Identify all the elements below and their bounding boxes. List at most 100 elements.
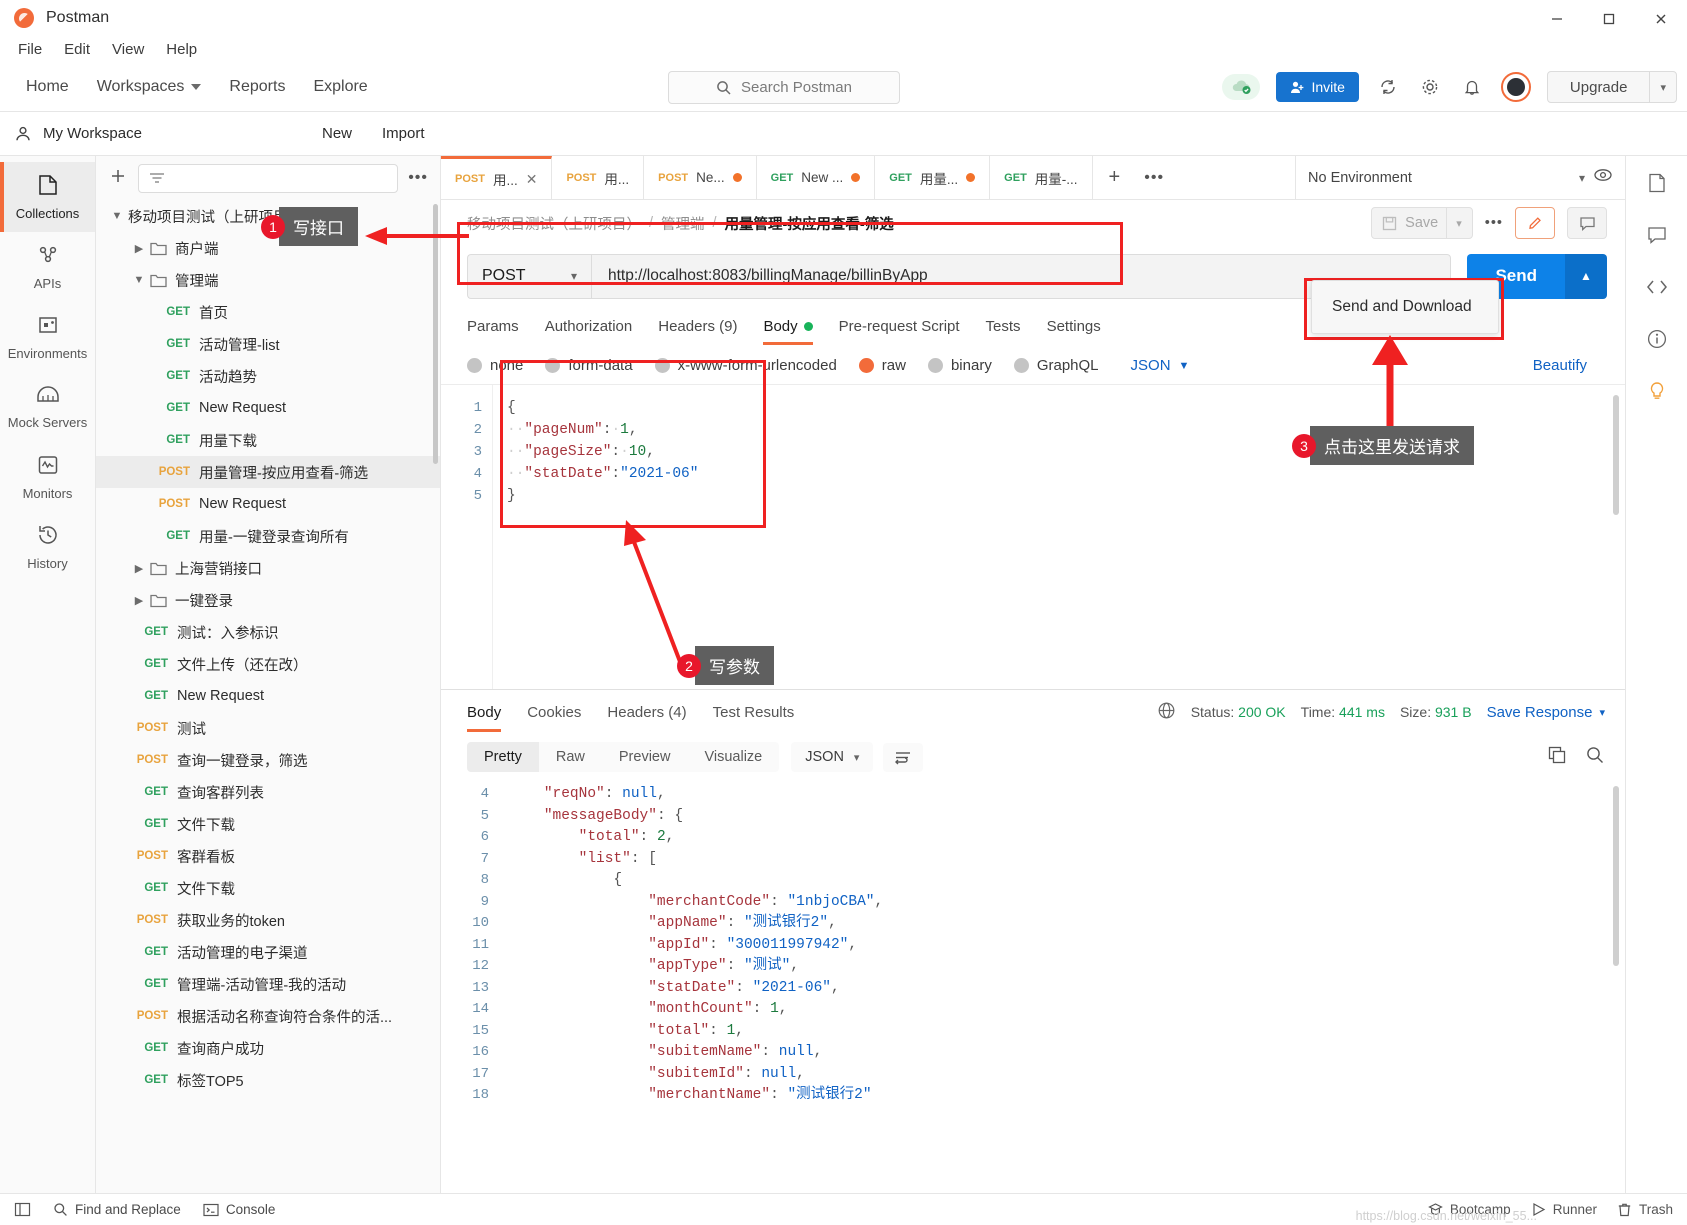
eye-icon[interactable]: [1593, 167, 1613, 188]
beautify-button[interactable]: Beautify: [1533, 357, 1599, 374]
send-and-download-menu[interactable]: Send and Download: [1311, 280, 1499, 334]
tree-request-item[interactable]: GET 文件下载: [96, 808, 440, 840]
response-body[interactable]: 4 5 6 7 8 9 10 11 12 13 14 15 16 17 18 "reqNo": null, …: [441, 780, 1625, 1225]
chevron-down-icon[interactable]: ▾: [1650, 81, 1676, 94]
response-tab[interactable]: Cookies: [527, 693, 581, 732]
tree-request-item[interactable]: GET 测试：入参标识: [96, 616, 440, 648]
menu-view[interactable]: View: [104, 39, 152, 60]
nav-home[interactable]: Home: [12, 72, 83, 102]
close-icon[interactable]: ✕: [526, 171, 538, 188]
radio-icon[interactable]: [927, 358, 943, 373]
lightbulb-icon[interactable]: [1646, 380, 1668, 402]
nav-workspaces[interactable]: Workspaces: [83, 72, 216, 102]
tree-request-item[interactable]: GET New Request: [96, 392, 440, 424]
request-tab[interactable]: POST 用...: [552, 156, 645, 199]
runner-button[interactable]: Runner: [1531, 1202, 1597, 1217]
response-format-selector[interactable]: JSON ▾: [791, 742, 874, 772]
copy-icon[interactable]: [1547, 745, 1567, 770]
tree-request-item[interactable]: POST New Request: [96, 488, 440, 520]
tree-request-item[interactable]: POST 查询一键登录，筛选: [96, 744, 440, 776]
new-button[interactable]: New: [310, 120, 364, 147]
rail-item-history[interactable]: History: [0, 512, 95, 582]
body-type-radio-x-www-form-urlencoded[interactable]: x-www-form-urlencoded: [654, 357, 837, 374]
response-tab[interactable]: Body: [467, 693, 502, 732]
add-collection-button[interactable]: [108, 166, 128, 191]
import-button[interactable]: Import: [370, 120, 437, 147]
radio-icon[interactable]: [467, 358, 482, 373]
body-type-radio-raw[interactable]: raw: [858, 357, 906, 374]
comment-button[interactable]: [1567, 207, 1607, 239]
chevron-down-icon[interactable]: ▼: [106, 210, 128, 222]
filter-input[interactable]: [138, 163, 399, 193]
body-type-radio-graphql[interactable]: GraphQL: [1013, 357, 1099, 374]
environment-selector[interactable]: No Environment ▾: [1295, 156, 1625, 199]
menu-file[interactable]: File: [10, 39, 50, 60]
console-button[interactable]: Console: [203, 1202, 275, 1217]
chevron-down-icon[interactable]: ▾: [1446, 208, 1462, 238]
comments-icon[interactable]: [1646, 224, 1668, 246]
method-selector[interactable]: POST ▾: [467, 253, 591, 299]
tree-request-item[interactable]: GET 活动趋势: [96, 360, 440, 392]
search-icon[interactable]: [1585, 745, 1605, 770]
request-tab[interactable]: POST 用... ✕: [441, 156, 553, 199]
body-type-radio-none[interactable]: none: [467, 357, 523, 374]
rail-item-environments[interactable]: Environments: [0, 302, 95, 372]
gear-icon[interactable]: [1417, 74, 1443, 100]
request-section-tab[interactable]: Authorization: [545, 318, 633, 345]
radio-icon[interactable]: [1013, 358, 1029, 373]
request-section-tab[interactable]: Body: [763, 318, 813, 345]
invite-button[interactable]: Invite: [1276, 72, 1359, 102]
request-section-tab[interactable]: Settings: [1047, 318, 1101, 345]
find-and-replace-button[interactable]: Find and Replace: [53, 1202, 181, 1217]
response-tab[interactable]: Test Results: [713, 693, 795, 732]
response-view-mode-preview[interactable]: Preview: [601, 742, 688, 772]
request-section-tab[interactable]: Params: [467, 318, 519, 345]
sidebar-toggle-button[interactable]: [14, 1201, 31, 1218]
request-tab[interactable]: GET 用量...: [875, 156, 991, 199]
tree-request-item[interactable]: GET 首页: [96, 296, 440, 328]
request-section-tab[interactable]: Headers (9): [658, 318, 737, 345]
tree-request-item[interactable]: POST 测试: [96, 712, 440, 744]
rail-item-collections[interactable]: Collections: [0, 162, 95, 232]
response-code[interactable]: "reqNo": null, "messageBody": { "total":…: [499, 780, 1625, 1225]
search-input[interactable]: Search Postman: [668, 71, 900, 104]
tree-request-item[interactable]: POST 获取业务的token: [96, 904, 440, 936]
tree-request-item[interactable]: GET 文件下载: [96, 872, 440, 904]
response-view-mode-pretty[interactable]: Pretty: [467, 742, 539, 772]
radio-icon[interactable]: [858, 358, 874, 373]
minimize-button[interactable]: [1531, 0, 1583, 37]
response-view-mode-visualize[interactable]: Visualize: [687, 742, 780, 772]
tree-folder-item[interactable]: ▼ 管理端: [96, 264, 440, 296]
sidebar-scrollbar[interactable]: [433, 204, 438, 464]
chevron-right-icon[interactable]: ▶: [128, 594, 150, 607]
nav-reports[interactable]: Reports: [215, 72, 299, 102]
tree-request-item[interactable]: GET 活动管理的电子渠道: [96, 936, 440, 968]
tree-request-item[interactable]: POST 根据活动名称查询符合条件的活...: [96, 1000, 440, 1032]
radio-icon[interactable]: [545, 358, 561, 373]
tree-request-item[interactable]: GET New Request: [96, 680, 440, 712]
body-type-radio-binary[interactable]: binary: [927, 357, 992, 374]
maximize-button[interactable]: [1583, 0, 1635, 37]
bell-icon[interactable]: [1459, 74, 1485, 100]
radio-icon[interactable]: [654, 358, 670, 373]
wrap-lines-button[interactable]: [883, 742, 924, 772]
tree-request-item[interactable]: GET 文件上传（还在改）: [96, 648, 440, 680]
rail-item-mock-servers[interactable]: Mock Servers: [0, 372, 95, 442]
chevron-down-icon[interactable]: ▾: [1579, 171, 1585, 185]
nav-explore[interactable]: Explore: [299, 72, 381, 102]
tree-request-item[interactable]: GET 用量下载: [96, 424, 440, 456]
tree-request-item[interactable]: GET 用量-一键登录查询所有: [96, 520, 440, 552]
editor-scrollbar[interactable]: [1613, 395, 1619, 515]
chevron-right-icon[interactable]: ▶: [128, 242, 150, 255]
tree-request-item[interactable]: POST 用量管理-按应用查看-筛选: [96, 456, 440, 488]
sync-refresh-icon[interactable]: [1375, 74, 1401, 100]
close-button[interactable]: [1635, 0, 1687, 37]
chevron-right-icon[interactable]: ▶: [128, 562, 150, 575]
tree-request-item[interactable]: GET 查询商户成功: [96, 1032, 440, 1064]
sidebar-more-button[interactable]: •••: [408, 169, 428, 187]
tree-folder-item[interactable]: ▶ 一键登录: [96, 584, 440, 616]
menu-help[interactable]: Help: [158, 39, 205, 60]
breadcrumb-folder[interactable]: 管理端: [661, 213, 705, 234]
save-button[interactable]: Save ▾: [1371, 207, 1473, 239]
request-tab[interactable]: GET 用量-...: [990, 156, 1093, 199]
